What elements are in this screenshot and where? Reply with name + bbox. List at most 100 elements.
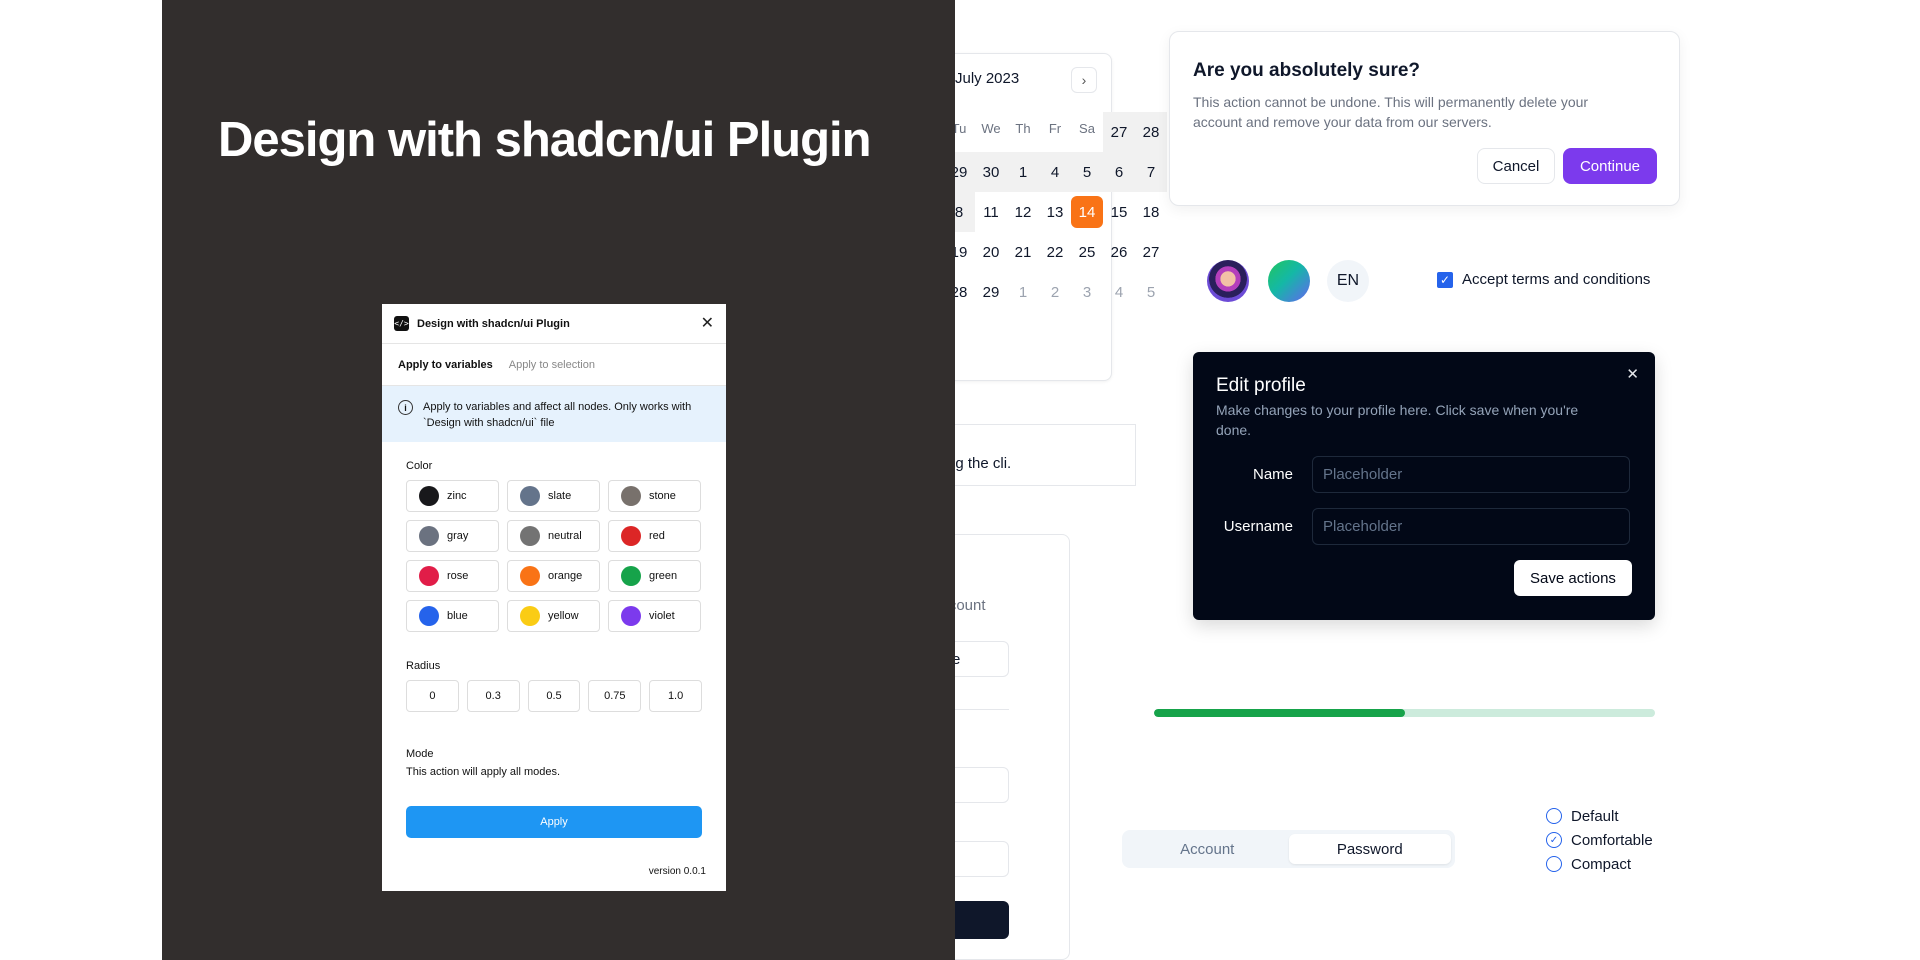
alert-title: Are you absolutely sure? [1193, 60, 1421, 81]
color-option-gray[interactable]: gray [406, 520, 499, 552]
cancel-button[interactable]: Cancel [1477, 148, 1555, 184]
radius-option[interactable]: 0.3 [466, 680, 520, 712]
name-input[interactable] [1312, 456, 1630, 493]
info-banner: i Apply to variables and affect all node… [382, 386, 726, 442]
calendar-day[interactable]: 28 [1135, 112, 1167, 152]
calendar-next-button[interactable]: › [1071, 67, 1097, 93]
calendar-day[interactable]: 1 [1007, 152, 1039, 192]
color-option-rose[interactable]: rose [406, 560, 499, 592]
calendar-day[interactable]: 13 [1039, 192, 1071, 232]
color-option-zinc[interactable]: zinc [406, 480, 499, 512]
radio-button[interactable] [1546, 856, 1562, 872]
color-option-label: violet [649, 610, 675, 622]
color-option-green[interactable]: green [608, 560, 701, 592]
hero-title: Design with shadcn/ui Plugin [218, 113, 872, 167]
color-swatch [520, 606, 540, 626]
calendar-month-title: July 2023 [955, 70, 1020, 87]
avatar-gradient [1268, 260, 1310, 302]
tab-apply-to-variables[interactable]: Apply to variables [398, 359, 493, 371]
radio-button[interactable]: ✓ [1546, 832, 1562, 848]
color-swatch [621, 606, 641, 626]
edit-profile-description: Make changes to your profile here. Click… [1216, 402, 1579, 438]
radio-label: Compact [1571, 855, 1632, 873]
check-icon: ✓ [1439, 272, 1451, 287]
tab-apply-to-selection[interactable]: Apply to selection [509, 359, 595, 371]
close-icon[interactable]: ✕ [1626, 365, 1639, 383]
calendar-day[interactable]: 25 [1071, 232, 1103, 272]
continue-button[interactable]: Continue [1563, 148, 1657, 184]
name-label: Name [1252, 466, 1293, 483]
color-option-label: green [649, 570, 678, 582]
username-label: Username [1223, 518, 1293, 535]
tab-password[interactable]: Password [1288, 834, 1451, 864]
calendar-day[interactable]: 4 [1039, 152, 1071, 192]
calendar-day[interactable]: 21 [1007, 232, 1039, 272]
calendar-day[interactable]: 2 [1039, 272, 1071, 312]
calendar-day[interactable]: 14 [1071, 192, 1103, 232]
calendar-day[interactable]: 7 [1135, 152, 1167, 192]
tab-account[interactable]: Account [1126, 834, 1289, 864]
calendar-day[interactable]: 5 [1071, 152, 1103, 192]
checkbox[interactable]: ✓ [1437, 271, 1453, 288]
radio-option-compact[interactable]: Compact [1546, 852, 1653, 876]
chevron-right-icon: › [1081, 72, 1087, 88]
radio-option-comfortable[interactable]: ✓ Comfortable [1546, 828, 1653, 852]
plugin-title: Design with shadcn/ui Plugin [417, 317, 570, 330]
info-text: Apply to variables and affect all nodes.… [423, 401, 692, 429]
mode-description: This action will apply all modes. [406, 766, 561, 778]
radius-option[interactable]: 0.75 [588, 680, 642, 712]
color-swatch [520, 486, 540, 506]
calendar-day[interactable]: 12 [1007, 192, 1039, 232]
progress-bar [1154, 709, 1655, 717]
color-option-yellow[interactable]: yellow [507, 600, 600, 632]
calendar-day[interactable]: 18 [1135, 192, 1167, 232]
calendar-day[interactable]: 29 [975, 272, 1007, 312]
radius-option[interactable]: 0.5 [527, 680, 581, 712]
account-tabs: Account Password [1122, 830, 1455, 868]
calendar-day-selected: 14 [1071, 196, 1103, 228]
radius-option[interactable]: 0 [406, 680, 459, 712]
calendar-day[interactable]: 5 [1135, 272, 1167, 312]
color-option-stone[interactable]: stone [608, 480, 701, 512]
calendar-day[interactable]: 3 [1071, 272, 1103, 312]
calendar-day[interactable]: 1 [1007, 272, 1039, 312]
calendar-day[interactable]: 22 [1039, 232, 1071, 272]
terms-label: Accept terms and conditions [1462, 271, 1651, 288]
apply-button[interactable]: Apply [406, 806, 702, 838]
username-input[interactable] [1312, 508, 1630, 545]
check-icon: ✓ [1549, 834, 1559, 846]
calendar-day[interactable]: 11 [975, 192, 1007, 232]
calendar-day[interactable]: 20 [975, 232, 1007, 272]
radius-options: 0 0.3 0.5 0.75 1.0 [406, 680, 702, 712]
plugin-tabs: Apply to variables Apply to selection [382, 344, 726, 386]
color-option-label: orange [548, 570, 583, 582]
calendar-day[interactable]: 26 [1103, 232, 1135, 272]
close-icon[interactable]: ✕ [701, 316, 714, 332]
color-option-violet[interactable]: violet [608, 600, 701, 632]
calendar-day-header: Sa [1079, 120, 1095, 136]
calendar-day[interactable]: 27 [1103, 112, 1135, 152]
color-option-slate[interactable]: slate [507, 480, 600, 512]
color-option-label: red [649, 530, 665, 542]
calendar-day[interactable]: 4 [1103, 272, 1135, 312]
radio-option-default[interactable]: Default [1546, 804, 1653, 828]
color-option-blue[interactable]: blue [406, 600, 499, 632]
calendar-day[interactable]: 30 [975, 152, 1007, 192]
avatar-initials: EN [1327, 260, 1369, 302]
color-option-label: yellow [548, 610, 579, 622]
radio-button[interactable] [1546, 808, 1562, 824]
color-option-orange[interactable]: orange [507, 560, 600, 592]
color-option-neutral[interactable]: neutral [507, 520, 600, 552]
color-option-red[interactable]: red [608, 520, 701, 552]
calendar-day[interactable]: 6 [1103, 152, 1135, 192]
terms-checkbox-row[interactable]: ✓ Accept terms and conditions [1437, 271, 1650, 288]
radius-option[interactable]: 1.0 [649, 680, 702, 712]
density-radio-group: Default ✓ Comfortable Compact [1546, 804, 1653, 876]
calendar-day[interactable]: 15 [1103, 192, 1135, 232]
save-button[interactable]: Save actions [1514, 560, 1632, 596]
canvas: July 2023 › Tu We Th Fr Sa 27 28 29 30 1 4 5 6 7 8 11 12… [0, 0, 1920, 960]
calendar-day[interactable]: 27 [1135, 232, 1167, 272]
color-swatch [419, 486, 439, 506]
code-icon: </> [394, 316, 409, 331]
calendar-day-header: We [981, 120, 1001, 136]
